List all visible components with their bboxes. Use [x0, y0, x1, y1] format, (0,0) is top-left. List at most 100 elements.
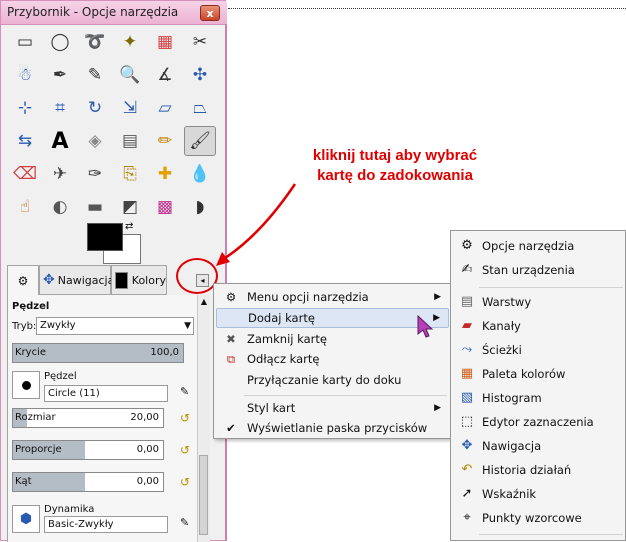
free-select-icon[interactable]: ➰ — [79, 27, 111, 57]
menu-item-close-tab[interactable]: ✖ Zamknij kartę — [216, 329, 449, 349]
text-icon[interactable]: A — [44, 126, 76, 156]
brush-field[interactable]: Circle (11) — [44, 385, 168, 402]
menu-item-histogram[interactable]: ▧ Histogram — [453, 386, 625, 410]
menu-item-detach-tab[interactable]: ⧉ Odłącz kartę — [216, 349, 449, 369]
tab-context-menu: ⚙ Menu opcji narzędzia ▶ Dodaj kartę ▶ ✖… — [213, 283, 452, 439]
brush-preview[interactable] — [12, 371, 40, 399]
bucket-fill-icon[interactable]: ◈ — [79, 126, 111, 156]
zoom-icon[interactable]: 🔍 — [114, 60, 146, 90]
blend-icon[interactable]: ▤ — [114, 126, 146, 156]
shear-icon[interactable]: ▱ — [149, 93, 181, 123]
menu-separator — [479, 287, 623, 288]
fuzzy-select-icon[interactable]: ✦ — [114, 27, 146, 57]
aspect-slider[interactable]: Proporcje 0,00 — [12, 440, 164, 460]
eraser2-icon[interactable]: ▬ — [79, 192, 111, 222]
tab-colors[interactable]: Kolory — [111, 265, 167, 295]
align-icon[interactable]: ⊹ — [9, 93, 41, 123]
ellipse-select-icon[interactable]: ◯ — [44, 27, 76, 57]
menu-item-undo-history[interactable]: ↶ Historia działań — [453, 458, 625, 482]
opacity-value: 100,0 — [150, 347, 179, 358]
tab-navigation-label: Nawigacja — [57, 273, 115, 287]
perspective-icon[interactable]: ⏢ — [184, 93, 216, 123]
close-button[interactable]: x — [200, 5, 220, 21]
paths-icon: ⤳ — [461, 342, 473, 357]
foreground-color-swatch[interactable] — [87, 223, 123, 251]
swap-colors-icon[interactable]: ⇄ — [125, 221, 133, 232]
dynamics-value: Basic-Zwykły — [48, 519, 114, 530]
menu-item-tab-style[interactable]: Styl kart ▶ — [216, 398, 449, 418]
move-icon[interactable]: ✣ — [184, 60, 216, 90]
heal-icon[interactable]: ✚ — [149, 159, 181, 189]
scissors-select-icon[interactable]: ✂ — [184, 27, 216, 57]
detach-icon: ⧉ — [226, 352, 236, 366]
dynamics-icon: ⬢ — [19, 511, 33, 527]
rotate-icon[interactable]: ↻ — [79, 93, 111, 123]
tab-tool-options[interactable]: ⚙ — [7, 265, 39, 295]
smudge-icon[interactable]: ☝ — [9, 192, 41, 222]
dynamics-label: Dynamika — [44, 504, 95, 515]
menu-item-selection-editor[interactable]: ⬚ Edytor zaznaczenia — [453, 410, 625, 434]
menu-item-pointer[interactable]: ➚ Wskaźnik — [453, 482, 625, 506]
levels-icon[interactable]: ◩ — [114, 192, 146, 222]
menu-item-label: Wyświetlanie paska przycisków — [247, 421, 428, 435]
menu-item-navigation[interactable]: ✥ Nawigacja — [453, 434, 625, 458]
mode-select[interactable]: Zwykły ▼ — [36, 317, 194, 335]
menu-item-tool-options-menu[interactable]: ⚙ Menu opcji narzędzia ▶ — [216, 287, 449, 307]
menu-item-tool-options[interactable]: ⚙ Opcje narzędzia — [453, 234, 625, 258]
menu-item-layers[interactable]: ▤ Warstwy — [453, 290, 625, 314]
dodge-burn-icon[interactable]: ◐ — [44, 192, 76, 222]
crop-icon[interactable]: ⌗ — [44, 93, 76, 123]
airbrush-icon[interactable]: ✈ — [44, 159, 76, 189]
reset-aspect-icon[interactable]: ↺ — [178, 443, 192, 457]
opacity-slider[interactable]: Krycie 100,0 — [12, 343, 184, 363]
rect-select-icon[interactable]: ▭ — [9, 27, 41, 57]
tab-navigation[interactable]: ✥ Nawigacja — [39, 265, 114, 295]
annotation-line-2: kartę do zadokowania — [317, 167, 473, 184]
menu-item-label: Nawigacja — [482, 439, 542, 453]
scrollbar-up-arrow[interactable]: ▲ — [198, 297, 210, 306]
menu-item-label: Paleta kolorów — [482, 367, 566, 381]
paintbrush-icon[interactable]: 🖌 — [184, 126, 216, 156]
scrollbar-thumb[interactable] — [199, 455, 208, 535]
menu-item-sample-points[interactable]: ⌖ Punkty wzorcowe — [453, 506, 625, 530]
menu-item-label: Kanały — [482, 319, 521, 333]
reset-size-icon[interactable]: ↺ — [178, 411, 192, 425]
brush-label: Pędzel — [44, 371, 77, 382]
window-title: Przybornik - Opcje narzędzia — [7, 5, 179, 19]
edit-dynamics-icon[interactable]: ✎ — [180, 516, 189, 529]
size-slider[interactable]: Rozmiar 20,00 — [12, 408, 164, 428]
pencil-icon[interactable]: ✏ — [149, 126, 181, 156]
menu-item-paths[interactable]: ⤳ Ścieżki — [453, 338, 625, 362]
menu-item-label: Dodaj kartę — [248, 311, 315, 325]
reset-angle-icon[interactable]: ↺ — [178, 475, 192, 489]
color-picker-icon[interactable]: ✎ — [79, 60, 111, 90]
device-status-icon: ✍ — [461, 262, 473, 277]
options-scrollbar[interactable]: ▲ — [197, 295, 210, 542]
edit-brush-icon[interactable]: ✎ — [180, 385, 189, 398]
size-label: Rozmiar — [15, 412, 56, 423]
clone-icon[interactable]: ⎘ — [114, 159, 146, 189]
tab-colors-label: Kolory — [131, 273, 166, 287]
flip-icon[interactable]: ⇆ — [9, 126, 41, 156]
dynamics-preview[interactable]: ⬢ — [12, 505, 40, 533]
menu-item-label: Wskaźnik — [482, 487, 537, 501]
paths-icon[interactable]: ✒ — [44, 60, 76, 90]
dynamics-field[interactable]: Basic-Zwykły — [44, 516, 168, 533]
angle-slider[interactable]: Kąt 0,00 — [12, 472, 164, 492]
chevron-down-icon: ▼ — [184, 321, 191, 331]
menu-item-device-status[interactable]: ✍ Stan urządzenia — [453, 258, 625, 282]
menu-item-channels[interactable]: ▰ Kanały — [453, 314, 625, 338]
menu-item-show-button-bar[interactable]: ✔ Wyświetlanie paska przycisków — [216, 418, 449, 438]
color-select-icon[interactable]: ▦ — [149, 27, 181, 57]
undo-history-icon: ↶ — [461, 462, 473, 477]
menu-item-palette[interactable]: ▦ Paleta kolorów — [453, 362, 625, 386]
menu-item-label: Odłącz kartę — [247, 352, 320, 366]
measure-icon[interactable]: ∡ — [149, 60, 181, 90]
menu-item-add-tab[interactable]: Dodaj kartę ▶ — [216, 308, 449, 328]
scale-icon[interactable]: ⇲ — [114, 93, 146, 123]
foreground-select-icon[interactable]: ☃ — [9, 60, 41, 90]
menu-item-lock-tab[interactable]: Przyłączanie karty do doku — [216, 370, 449, 390]
eraser-icon[interactable]: ⌫ — [9, 159, 41, 189]
colors-icon[interactable]: ▩ — [149, 192, 181, 222]
ink-icon[interactable]: ✑ — [79, 159, 111, 189]
